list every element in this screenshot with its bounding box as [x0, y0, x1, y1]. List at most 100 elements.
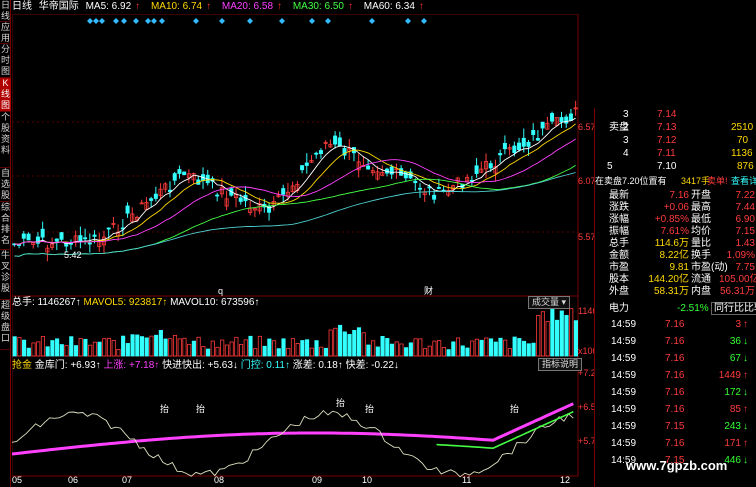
- ma60-value: MA60: 6.34 ↑: [363, 1, 424, 12]
- volume-bar: [69, 336, 74, 357]
- candle-body: [83, 237, 88, 240]
- volume-bar: [305, 339, 310, 357]
- candle-body: [215, 194, 220, 197]
- volume-bar: [488, 338, 494, 357]
- candle-body: [337, 137, 342, 147]
- signal-diamond: [309, 18, 315, 24]
- sidebar-tab-super-quote[interactable]: 超级盘口: [0, 300, 11, 350]
- volume-bar: [210, 340, 215, 357]
- ma-header: 日线 华帝国际 MA5: 6.92 ↑ MA10: 6.74 ↑ MA20: 6.5…: [12, 0, 432, 14]
- volume-bar: [352, 330, 357, 357]
- volume-bar: [187, 343, 192, 357]
- volume-bar: [149, 335, 154, 357]
- signal-diamond: [325, 18, 331, 24]
- volume-bar: [526, 343, 531, 357]
- volume-bar: [229, 341, 234, 357]
- volume-bar: [121, 335, 126, 357]
- volume-bar: [408, 342, 413, 357]
- price-tick-low: 5.57: [578, 232, 596, 242]
- sidebar-tab-intraday[interactable]: 分时图: [0, 44, 11, 78]
- volume-bar: [451, 341, 456, 357]
- volume-bar: [295, 343, 300, 357]
- volume-bar: [238, 344, 244, 357]
- sidebar-tab-watchlist[interactable]: 自选股: [0, 168, 11, 202]
- order-book-row: 3 7.14: [623, 109, 677, 120]
- candle-body: [59, 232, 64, 240]
- indicator-annotation: 抬: [336, 398, 346, 408]
- candle-body: [512, 145, 517, 153]
- candle-body: [403, 171, 408, 179]
- indicator-green-line: [436, 410, 574, 450]
- volume-bar: [196, 336, 201, 357]
- indicator-help-button[interactable]: 指标说明: [538, 358, 583, 371]
- stock-name: 华帝国际: [38, 1, 79, 12]
- indicator-magenta-line: [12, 402, 574, 456]
- volume-bar: [17, 337, 22, 357]
- signal-diamond: [279, 18, 285, 24]
- x-axis-label: 12: [560, 475, 571, 485]
- volume-bar: [281, 338, 286, 357]
- candle-body: [474, 165, 479, 174]
- sidebar-tab-kline[interactable]: K线图: [0, 78, 11, 112]
- volume-bar: [97, 341, 102, 357]
- candle-body: [436, 187, 441, 189]
- position-detail-link[interactable]: 查看详细: [595, 175, 756, 188]
- volume-bar: [125, 343, 130, 357]
- volume-bar: [78, 337, 83, 357]
- indicator-annotation: 抬: [160, 404, 170, 414]
- sidebar-tab-ranking[interactable]: 综合排名: [0, 202, 11, 250]
- volume-bars: [12, 307, 578, 357]
- volume-bar: [135, 334, 140, 357]
- candle-body: [517, 142, 522, 151]
- volume-bar: [328, 329, 333, 357]
- volume-bar: [333, 327, 338, 357]
- sidebar-tab-daily[interactable]: 日线: [0, 0, 11, 22]
- stat-row: 外盘 58.31万 内盘 56.31万: [609, 286, 755, 297]
- candle-body: [318, 150, 323, 154]
- volume-bar: [319, 346, 324, 357]
- compare-button[interactable]: 同行比比较: [711, 302, 756, 315]
- candle-body: [78, 235, 83, 243]
- volume-bar: [460, 345, 465, 357]
- volume-bar: [470, 340, 475, 357]
- volume-bar: [536, 315, 541, 357]
- volume-bar: [12, 336, 17, 357]
- ma-line: [14, 172, 576, 257]
- volume-bar: [139, 336, 145, 357]
- sidebar-tab-stock-info[interactable]: 个股资料: [0, 112, 11, 168]
- volume-bar: [559, 310, 564, 357]
- candle-body: [498, 153, 503, 156]
- period-label[interactable]: 日线: [12, 1, 32, 12]
- volume-bar: [356, 327, 362, 357]
- tick-row: 14:59 7.16 3 ↑: [611, 319, 748, 330]
- candle-body: [54, 238, 59, 242]
- volume-bar: [347, 333, 352, 357]
- sidebar-tab-apps[interactable]: 应用: [0, 22, 11, 44]
- volume-bar: [432, 340, 437, 357]
- candle-body: [172, 173, 177, 181]
- volume-bar: [154, 334, 159, 357]
- sidebar-tab-diagnosis[interactable]: 牛叉诊股: [0, 250, 11, 300]
- candle-body: [333, 135, 338, 145]
- tick-row: 14:59 7.16 172 ↓: [611, 387, 748, 398]
- order-book-row: 3 7.12 70: [623, 135, 749, 146]
- volume-bar: [323, 347, 329, 357]
- candle-body: [92, 234, 97, 237]
- volume-bar: [503, 339, 508, 357]
- volume-bar: [380, 335, 385, 357]
- volume-bar: [564, 315, 569, 357]
- volume-bar: [22, 339, 27, 357]
- volume-bar: [31, 342, 36, 357]
- indicator-annotation: 抬: [196, 404, 206, 414]
- volume-bar: [253, 348, 258, 357]
- volume-bar: [314, 340, 319, 357]
- chart-canvas[interactable]: [12, 14, 594, 487]
- candle-body: [40, 228, 45, 238]
- volume-bar: [73, 345, 79, 357]
- volume-bar: [550, 307, 555, 357]
- volume-dropdown[interactable]: 成交量 ▾: [528, 296, 571, 309]
- candle-body: [526, 141, 531, 147]
- volume-bar: [441, 347, 446, 357]
- ma-line: [14, 123, 576, 245]
- indicator-annotation: 抬: [510, 404, 520, 414]
